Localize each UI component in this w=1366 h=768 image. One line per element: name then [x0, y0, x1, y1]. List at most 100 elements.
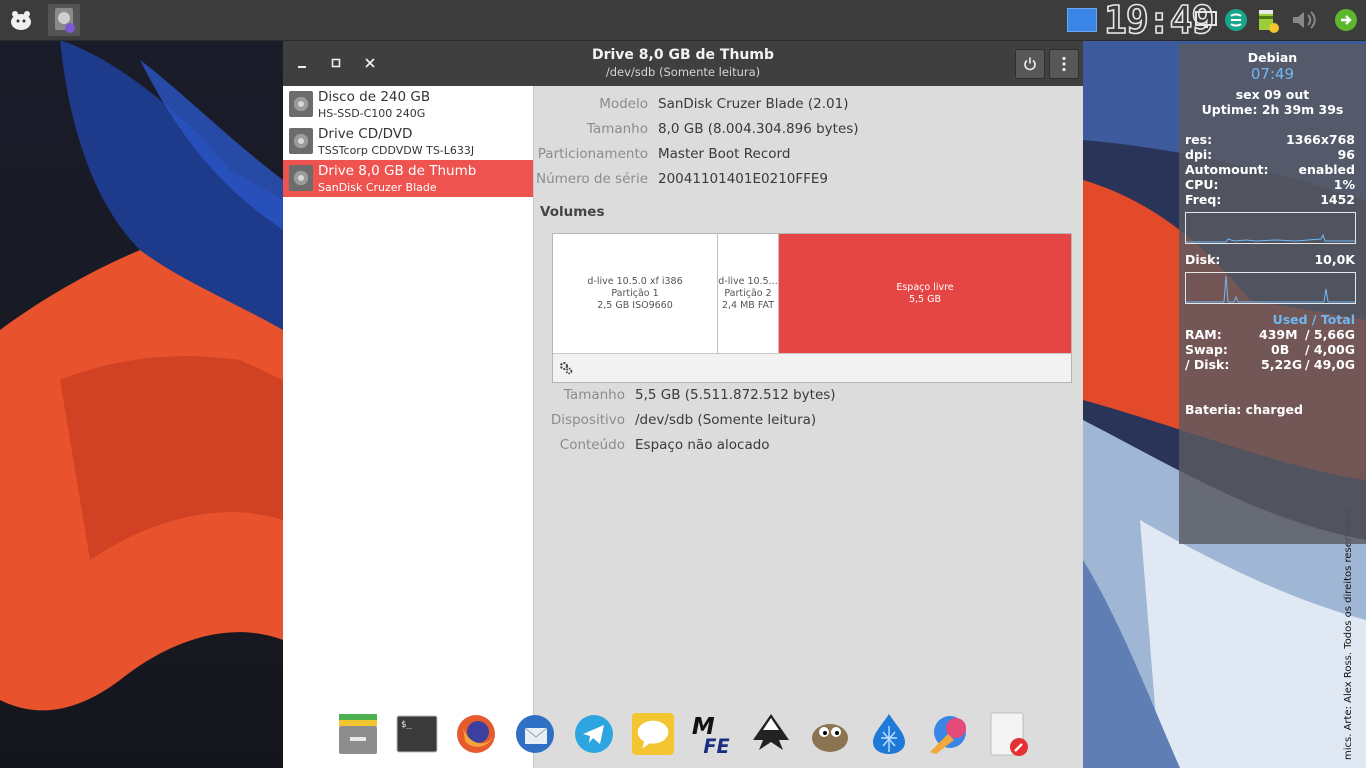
- drawing-app-icon: [930, 716, 966, 754]
- disks-window: Drive 8,0 GB de Thumb /dev/sdb (Somente …: [283, 41, 1083, 768]
- firefox-icon: [457, 715, 495, 753]
- display-icon[interactable]: [1190, 4, 1222, 36]
- vol-value-size: 5,5 GB (5.511.872.512 bytes): [635, 387, 836, 403]
- drive-item-ssd[interactable]: Disco de 240 GB HS-SSD-C100 240G: [283, 86, 533, 123]
- conky-row-automount: Automount: enabled: [1185, 162, 1355, 177]
- mfe-icon: MFE: [692, 714, 730, 758]
- volume-free-space[interactable]: Espaço livre 5,5 GB: [779, 234, 1071, 353]
- conky-value: 1366x768: [1286, 132, 1355, 147]
- dock-thunderbird[interactable]: [513, 711, 557, 757]
- conky-row-swap: Swap: 0B / 4,00G: [1185, 342, 1355, 357]
- vol-label-device: Dispositivo: [550, 412, 625, 428]
- hard-disk-icon: [289, 91, 313, 117]
- gears-icon: [560, 362, 573, 375]
- dock-drawing[interactable]: [926, 711, 970, 757]
- conky-total: / 5,66G: [1304, 327, 1355, 342]
- svg-text:FE: FE: [703, 735, 729, 758]
- volume-partition-1[interactable]: d-live 10.5.0 xf i386 Partição 1 2,5 GB IS…: [553, 234, 718, 353]
- volume-partition: Partição 1: [611, 287, 659, 299]
- dock-mfe[interactable]: M FE: [690, 711, 734, 758]
- conky-key: RAM:: [1185, 327, 1222, 342]
- dock-terminal[interactable]: $_: [395, 711, 439, 757]
- prop-label-size: Tamanho: [586, 121, 648, 137]
- disks-taskbar-icon[interactable]: [48, 4, 80, 36]
- volumes-heading: Volumes: [540, 204, 605, 220]
- drive-model: SanDisk Cruzer Blade: [318, 181, 437, 194]
- conky-key: Automount:: [1185, 162, 1269, 177]
- telegram-icon: [575, 715, 613, 753]
- volume-size: 5,5 GB: [908, 293, 941, 305]
- volume-settings-button[interactable]: [559, 361, 575, 377]
- volume-toolbar: [553, 353, 1071, 383]
- more-vertical-icon: [1062, 56, 1066, 72]
- volume-icon[interactable]: [1288, 4, 1320, 36]
- headerbar: Drive 8,0 GB de Thumb /dev/sdb (Somente …: [283, 41, 1083, 86]
- drive-name: Drive 8,0 GB de Thumb: [318, 163, 477, 179]
- conky-row-freq: Freq: 1452: [1185, 192, 1355, 207]
- drive-model: TSSTcorp CDDVDW TS-L633J: [318, 144, 475, 157]
- drive-details: Modelo SanDisk Cruzer Blade (2.01) Taman…: [534, 86, 1083, 768]
- conky-key: CPU:: [1185, 177, 1219, 192]
- dock-inkscape[interactable]: [749, 711, 793, 757]
- conky-key: / Disk:: [1185, 357, 1230, 372]
- blue-flame-icon: [873, 714, 905, 754]
- volume-label: d-live 10.5...: [718, 275, 778, 287]
- dock-app-blue[interactable]: [867, 711, 911, 757]
- volume-map: d-live 10.5.0 xf i386 Partição 1 2,5 GB IS…: [552, 233, 1072, 383]
- conky-host: Debian: [1247, 50, 1298, 65]
- thunderbird-icon: [516, 715, 554, 753]
- conky-battery: Bateria: charged: [1185, 402, 1355, 417]
- conky-total: / 49,0G: [1304, 357, 1355, 372]
- battery-icon[interactable]: [1252, 4, 1284, 36]
- drive-name: Disco de 240 GB: [318, 89, 431, 105]
- inkscape-icon: [753, 714, 789, 750]
- dock-gimp[interactable]: [808, 711, 852, 757]
- conky-row-ram: RAM: 439M / 5,66G: [1185, 327, 1355, 342]
- conky-uptime: Uptime: 2h 39m 39s: [1201, 102, 1344, 117]
- logout-icon[interactable]: [1330, 4, 1362, 36]
- conky-key: Freq:: [1185, 192, 1222, 207]
- gimp-icon: [812, 724, 848, 752]
- conky-used-total: Used / Total: [1272, 312, 1355, 327]
- terminal-icon: $_: [396, 715, 438, 753]
- dock-telegram[interactable]: [572, 711, 616, 757]
- dock-firefox[interactable]: [454, 711, 498, 757]
- drive-menu-button[interactable]: [1049, 49, 1079, 79]
- usb-drive-icon: [289, 165, 313, 191]
- conky-date: sex 09 out: [1235, 87, 1310, 102]
- conky-total: / 4,00G: [1304, 342, 1355, 357]
- window-title: Drive 8,0 GB de Thumb: [591, 47, 774, 63]
- drive-item-cddvd[interactable]: Drive CD/DVD TSSTcorp CDDVDW TS-L633J: [283, 123, 533, 160]
- prop-value-partitioning: Master Boot Record: [658, 146, 791, 162]
- conky-row-res: res: 1366x768: [1185, 132, 1355, 147]
- prop-value-serial: 20041101401E0210FFE9: [658, 171, 829, 187]
- text-editor-icon: [990, 712, 1028, 756]
- volume-partition: Partição 2: [724, 287, 772, 299]
- volume-label: Espaço livre: [896, 281, 954, 293]
- conky-value: 96: [1337, 147, 1355, 162]
- disk-graph: [1185, 272, 1356, 304]
- conky-row-dpi: dpi: 96: [1185, 147, 1355, 162]
- chat-icon: [631, 712, 675, 756]
- debian-menu-icon[interactable]: [5, 4, 37, 36]
- dock-messaging[interactable]: [631, 711, 675, 757]
- top-panel: 19:49: [0, 0, 1366, 41]
- conky-battery-label: Bateria:: [1185, 402, 1242, 417]
- conky-used: 5,22G: [1261, 357, 1303, 372]
- network-icon[interactable]: [1220, 4, 1252, 36]
- drive-name: Drive CD/DVD: [318, 126, 413, 142]
- dock-files[interactable]: [336, 711, 380, 757]
- conky-key: res:: [1185, 132, 1213, 147]
- volume-size: 2,5 GB ISO9660: [597, 299, 673, 311]
- workspace-icon[interactable]: [1066, 6, 1098, 34]
- power-off-button[interactable]: [1015, 49, 1045, 79]
- conky-row-rootdisk: / Disk: 5,22G/ 49,0G: [1185, 357, 1355, 372]
- vol-label-content: Conteúdo: [559, 437, 625, 453]
- dock-text-editor[interactable]: [985, 711, 1029, 757]
- conky-value: enabled: [1298, 162, 1355, 177]
- vol-value-content: Espaço não alocado: [635, 437, 770, 453]
- drive-item-thumb[interactable]: Drive 8,0 GB de Thumb SanDisk Cruzer Bla…: [283, 160, 533, 197]
- volume-label: d-live 10.5.0 xf i386: [587, 275, 683, 287]
- volume-partition-2[interactable]: d-live 10.5... Partição 2 2,4 MB FAT: [718, 234, 779, 353]
- conky-used: 439M: [1259, 327, 1298, 342]
